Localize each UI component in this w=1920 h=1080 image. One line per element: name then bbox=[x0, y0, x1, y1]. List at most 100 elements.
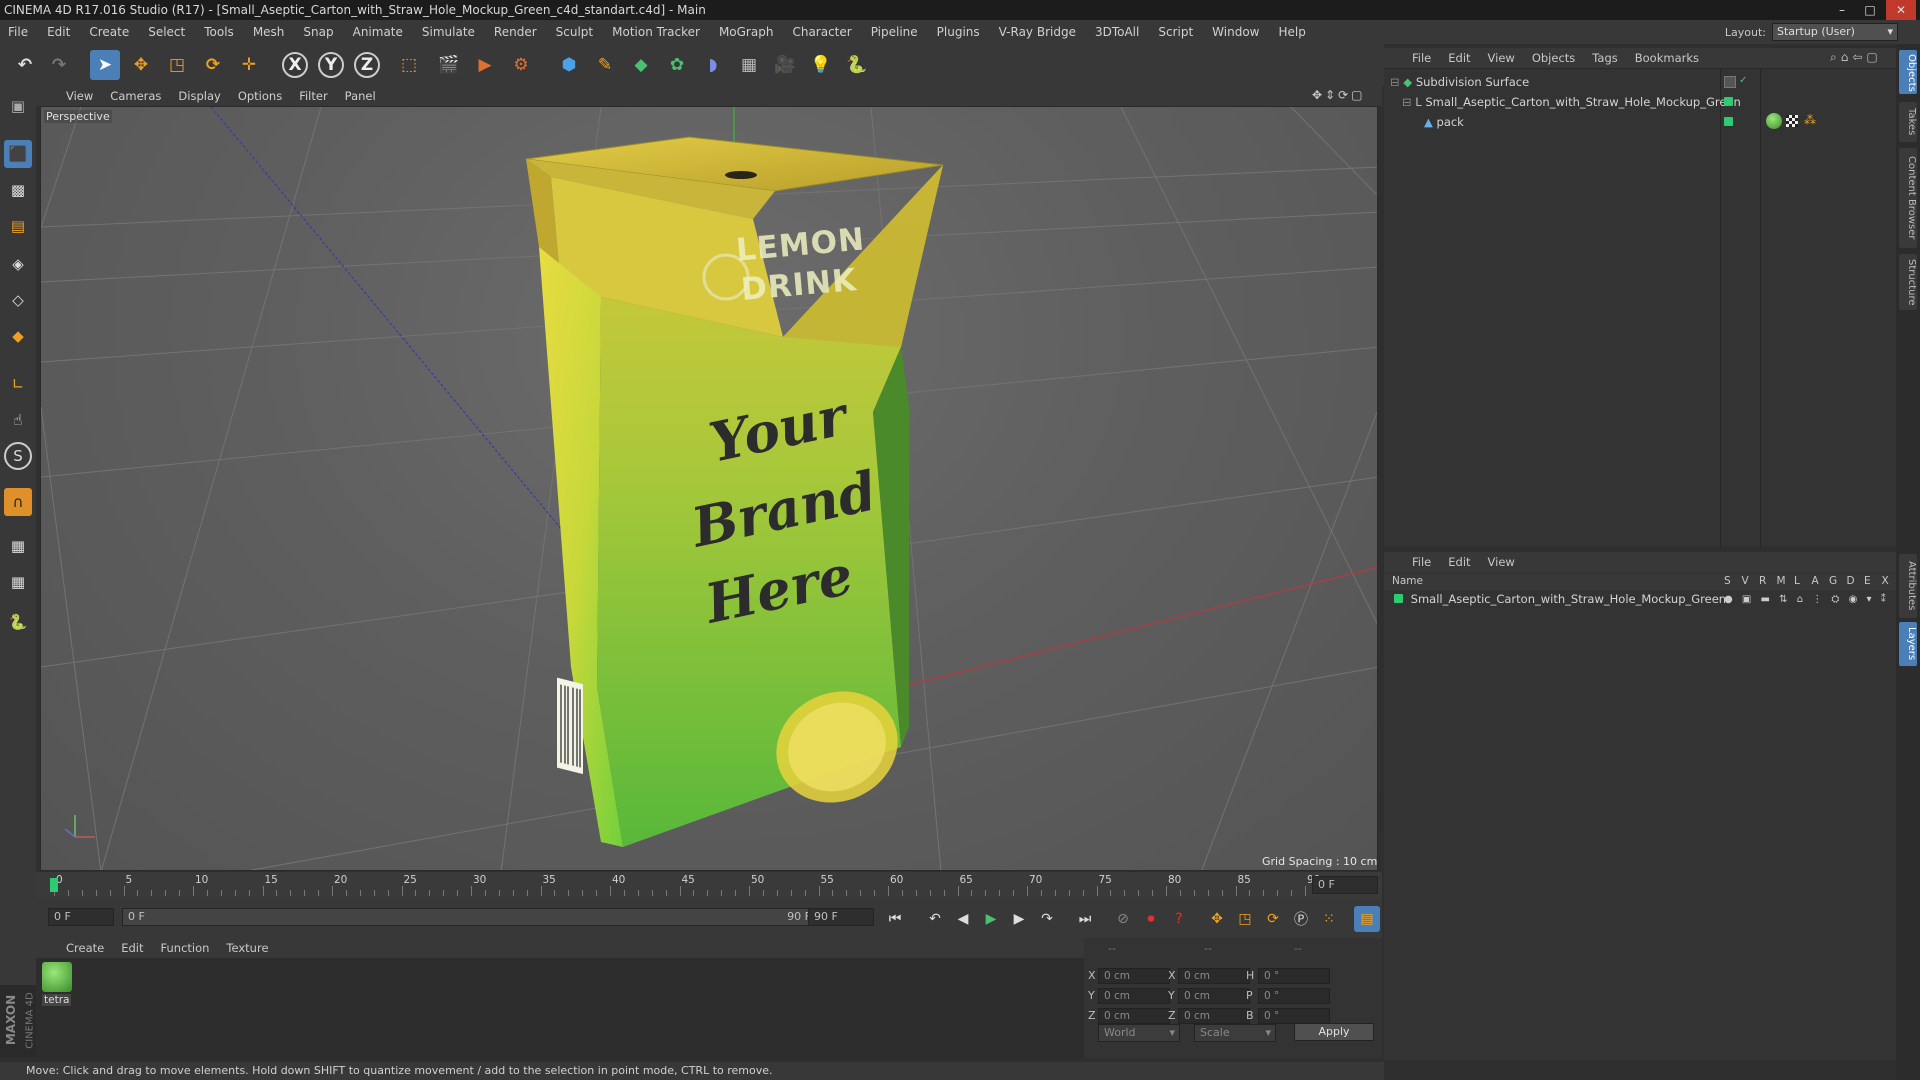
render-picture-viewer-icon[interactable]: ▶ bbox=[470, 50, 500, 80]
object-row-pack[interactable]: ▲ pack bbox=[1424, 113, 1464, 132]
key-scale-icon[interactable]: ◳ bbox=[1232, 906, 1258, 932]
maximize-button[interactable]: □ bbox=[1856, 0, 1884, 20]
material-menu-texture[interactable]: Texture bbox=[226, 941, 268, 955]
menu-edit[interactable]: Edit bbox=[47, 25, 70, 39]
coord-value-field[interactable]: 0 cm bbox=[1178, 988, 1250, 1004]
menu-window[interactable]: Window bbox=[1212, 25, 1259, 39]
material-menu-function[interactable]: Function bbox=[161, 941, 210, 955]
object-row-subdivision[interactable]: ⊟ ◆ Subdivision Surface bbox=[1390, 73, 1529, 92]
array-icon[interactable]: ✿ bbox=[662, 50, 692, 80]
phong-tag-icon[interactable]: ⁂ bbox=[1804, 113, 1816, 127]
coord-value-field[interactable]: 0 cm bbox=[1178, 968, 1250, 984]
menu-script[interactable]: Script bbox=[1158, 25, 1193, 39]
viewport[interactable]: LEMON DRINK Your Brand Here bbox=[40, 106, 1378, 871]
texture-mode-icon[interactable]: ▩ bbox=[4, 176, 32, 204]
layer-color-swatch[interactable] bbox=[1724, 117, 1733, 126]
record-keys-icon[interactable]: ⊘ bbox=[1110, 906, 1136, 932]
menu-tools[interactable]: Tools bbox=[204, 25, 234, 39]
model-mode-icon[interactable]: ⬛ bbox=[4, 140, 32, 168]
enabled-check-icon[interactable]: ✓ bbox=[1739, 75, 1747, 86]
polygons-mode-icon[interactable]: ◆ bbox=[4, 322, 32, 350]
material-name[interactable]: tetra bbox=[42, 994, 72, 1006]
viewport-nav-icons[interactable]: ✥⇕⟳▢ bbox=[1312, 88, 1366, 102]
tab-content-browser[interactable]: Content Browser bbox=[1899, 148, 1917, 248]
camera-icon[interactable]: 🎥 bbox=[770, 50, 800, 80]
start-frame-field[interactable]: 0 F bbox=[48, 908, 114, 926]
floor-icon[interactable]: ▦ bbox=[734, 50, 764, 80]
layer-color[interactable] bbox=[1394, 594, 1403, 603]
coord-value-field[interactable]: 0 cm bbox=[1098, 968, 1170, 984]
layer-color-swatch[interactable] bbox=[1724, 97, 1733, 106]
layer-column-x[interactable]: X bbox=[1882, 575, 1889, 587]
tab-structure[interactable]: Structure bbox=[1899, 254, 1917, 310]
tab-takes[interactable]: Takes bbox=[1899, 102, 1917, 142]
layer-column-v[interactable]: V bbox=[1742, 575, 1749, 587]
menu-pipeline[interactable]: Pipeline bbox=[871, 25, 918, 39]
viewport-menu-display[interactable]: Display bbox=[178, 89, 220, 103]
coord-value-field[interactable]: 0 cm bbox=[1098, 1008, 1170, 1024]
layer-toggle-icon[interactable] bbox=[1724, 76, 1736, 88]
y-axis-icon[interactable]: Y bbox=[318, 52, 344, 78]
viewport-menu-cameras[interactable]: Cameras bbox=[110, 89, 161, 103]
points-mode-icon[interactable]: ◈ bbox=[4, 250, 32, 278]
uvw-tag-icon[interactable] bbox=[1786, 115, 1798, 127]
scale-icon[interactable]: ◳ bbox=[162, 50, 192, 80]
pen-spline-icon[interactable]: ✎ bbox=[590, 50, 620, 80]
menu-motion-tracker[interactable]: Motion Tracker bbox=[612, 25, 700, 39]
coord-value-field[interactable]: 0 ° bbox=[1258, 1008, 1330, 1024]
cube-icon[interactable]: ⬢ bbox=[554, 50, 584, 80]
light-icon[interactable]: 💡 bbox=[806, 50, 836, 80]
magnet-icon[interactable]: ∩ bbox=[4, 488, 32, 516]
make-editable-icon[interactable]: ▣ bbox=[4, 92, 32, 120]
menu-help[interactable]: Help bbox=[1278, 25, 1305, 39]
layout-select[interactable]: Startup (User) ▾ bbox=[1772, 23, 1898, 41]
object-row-carton[interactable]: ⊟ L Small_Aseptic_Carton_with_Straw_Hole… bbox=[1402, 93, 1741, 112]
render-settings-icon[interactable]: ⚙ bbox=[506, 50, 536, 80]
play-icon[interactable]: ▶ bbox=[978, 906, 1004, 932]
next-frame-icon[interactable]: ▶ bbox=[1006, 906, 1032, 932]
menu-3dtoall[interactable]: 3DToAll bbox=[1095, 25, 1139, 39]
object-menu-objects[interactable]: Objects bbox=[1532, 51, 1575, 65]
viewport-menu-view[interactable]: View bbox=[66, 89, 93, 103]
menu-snap[interactable]: Snap bbox=[303, 25, 333, 39]
go-to-start-icon[interactable]: ⏮ bbox=[882, 906, 908, 932]
coordinate-system-icon[interactable]: ⬚ bbox=[394, 50, 424, 80]
layer-menu-edit[interactable]: Edit bbox=[1448, 555, 1470, 569]
layer-column-g[interactable]: G bbox=[1829, 575, 1837, 587]
render-view-icon[interactable]: 🎬 bbox=[434, 50, 464, 80]
range-slider[interactable]: 0 F 90 F bbox=[122, 908, 832, 926]
end-frame-field[interactable]: 90 F bbox=[808, 908, 874, 926]
layer-row[interactable]: Small_Aseptic_Carton_with_Straw_Hole_Moc… bbox=[1394, 590, 1726, 609]
python-script-icon[interactable]: 🐍 bbox=[4, 608, 32, 636]
select-arrow-icon[interactable]: ➤ bbox=[90, 50, 120, 80]
timeline-window-icon[interactable]: ▤ bbox=[1354, 906, 1380, 932]
planar-workplane-icon[interactable]: ▦ bbox=[4, 568, 32, 596]
coord-size-mode-select[interactable]: Scale ▾ bbox=[1194, 1024, 1276, 1042]
menu-character[interactable]: Character bbox=[792, 25, 851, 39]
layer-column-d[interactable]: D bbox=[1847, 575, 1855, 587]
lock-workplane-icon[interactable]: ▦ bbox=[4, 532, 32, 560]
workplane-icon[interactable]: ▤ bbox=[4, 212, 32, 240]
object-manager-tools[interactable]: ⌕⌂⇦▢ bbox=[1830, 50, 1882, 65]
rotate-icon[interactable]: ⟳ bbox=[198, 50, 228, 80]
edges-mode-icon[interactable]: ◇ bbox=[4, 286, 32, 314]
tab-attributes[interactable]: Attributes bbox=[1899, 554, 1917, 618]
object-menu-tags[interactable]: Tags bbox=[1592, 51, 1617, 65]
snap-icon[interactable]: S bbox=[4, 442, 32, 470]
material-swatch[interactable] bbox=[42, 962, 72, 992]
layer-column-a[interactable]: A bbox=[1812, 575, 1819, 587]
object-menu-bookmarks[interactable]: Bookmarks bbox=[1635, 51, 1699, 65]
layer-flags[interactable]: ● ▣ ▬ ⇅ ⌂ ⋮ ⛭ ◉ ▾ ⁑ bbox=[1724, 594, 1889, 605]
layer-column-e[interactable]: E bbox=[1864, 575, 1871, 587]
coord-value-field[interactable]: 0 ° bbox=[1258, 988, 1330, 1004]
previous-keyframe-icon[interactable]: ↶ bbox=[922, 906, 948, 932]
move-icon[interactable]: ✥ bbox=[126, 50, 156, 80]
z-axis-icon[interactable]: Z bbox=[354, 52, 380, 78]
redo-icon[interactable]: ↷ bbox=[44, 50, 74, 80]
menu-simulate[interactable]: Simulate bbox=[422, 25, 475, 39]
layer-menu-file[interactable]: File bbox=[1412, 555, 1431, 569]
menu-animate[interactable]: Animate bbox=[353, 25, 403, 39]
menu-select[interactable]: Select bbox=[148, 25, 185, 39]
current-frame-field[interactable]: 0 F bbox=[1312, 876, 1378, 894]
live-select-icon[interactable]: ✛ bbox=[234, 50, 264, 80]
